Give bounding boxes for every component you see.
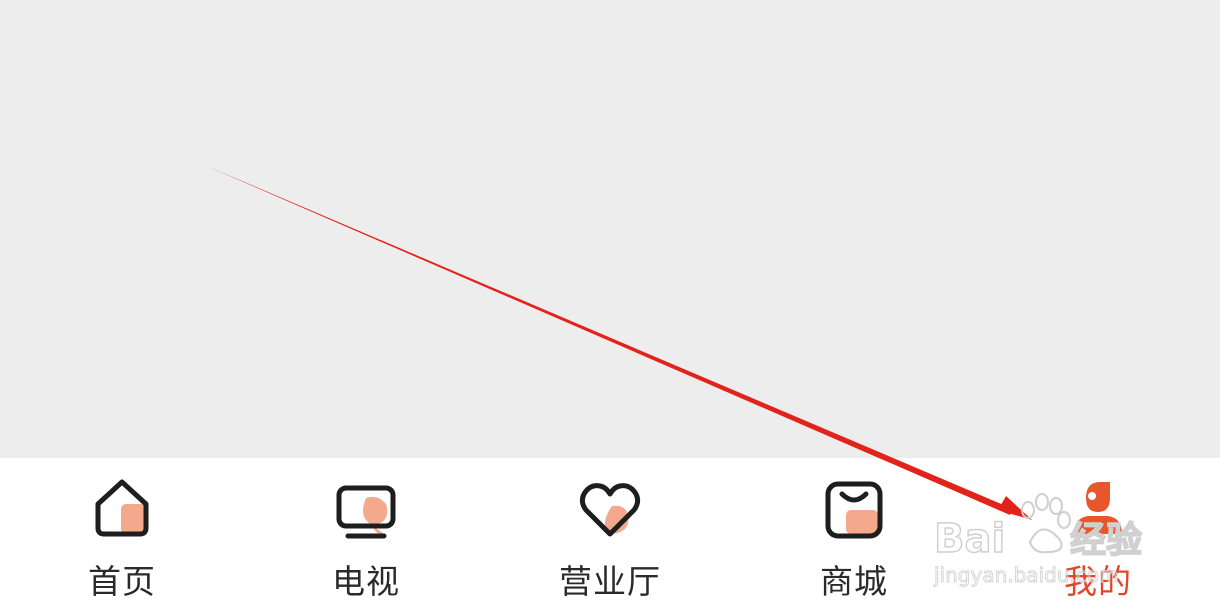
heart-icon — [576, 476, 644, 544]
content-area — [0, 0, 1220, 458]
shopping-bag-icon — [820, 476, 888, 544]
tab-service-hall[interactable]: 营业厅 — [488, 458, 732, 616]
tab-service-hall-label: 营业厅 — [559, 562, 661, 601]
tab-tv[interactable]: 电视 — [244, 458, 488, 616]
tab-mine-label: 我的 — [1064, 562, 1132, 601]
bottom-tab-bar: 首页 电视 营业厅 商城 我的 — [0, 458, 1220, 616]
tab-mall[interactable]: 商城 — [732, 458, 976, 616]
user-icon — [1064, 476, 1132, 544]
tab-home-label: 首页 — [88, 562, 156, 601]
tab-home[interactable]: 首页 — [0, 458, 244, 616]
tab-mall-label: 商城 — [820, 562, 888, 601]
tab-tv-label: 电视 — [332, 562, 400, 601]
tv-icon — [332, 476, 400, 544]
tab-mine[interactable]: 我的 — [976, 458, 1220, 616]
home-icon — [88, 476, 156, 544]
